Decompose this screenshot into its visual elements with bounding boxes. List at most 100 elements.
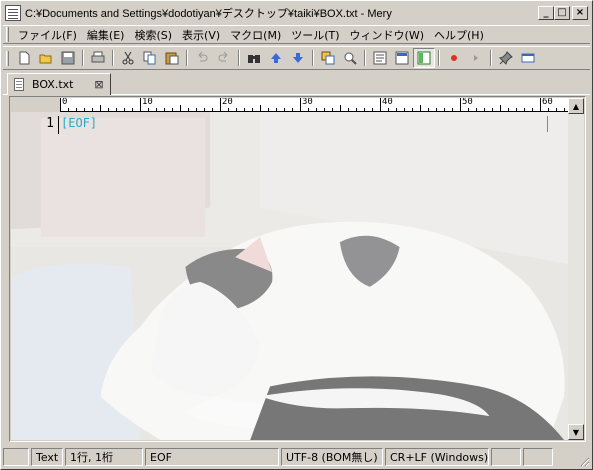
- menu-window[interactable]: ウィンドウ(W): [345, 27, 429, 43]
- toolbar-separator: [112, 50, 114, 66]
- window-title: C:¥Documents and Settings¥dodotiyan¥デスクト…: [25, 8, 392, 20]
- ruler-toggle-button[interactable]: [391, 48, 413, 68]
- new-file-button[interactable]: [13, 48, 35, 68]
- print-button[interactable]: [87, 48, 109, 68]
- cut-button[interactable]: [117, 48, 139, 68]
- undo-icon: [198, 51, 208, 62]
- menu-view[interactable]: 表示(V): [177, 27, 225, 43]
- toolbar-separator: [364, 50, 366, 66]
- ruler-tick: [220, 98, 221, 111]
- ruler-tick: [420, 105, 421, 111]
- find-down-icon: [293, 53, 303, 63]
- ruler-label: 40: [382, 98, 393, 107]
- ruler-tick: [396, 108, 397, 111]
- ruler-tick: [332, 108, 333, 111]
- toolbar-grip[interactable]: [6, 50, 9, 66]
- undo-button[interactable]: [191, 48, 213, 68]
- save-button[interactable]: [57, 48, 79, 68]
- menubar-grip[interactable]: [6, 27, 9, 42]
- ruler-tick: [500, 105, 501, 111]
- app-icon[interactable]: [5, 5, 21, 21]
- word-wrap-button[interactable]: [369, 48, 391, 68]
- menu-macro[interactable]: マクロ(M): [225, 27, 286, 43]
- eof-marker: [EOF]: [61, 116, 98, 130]
- ruler-tick: [372, 108, 373, 111]
- tab-close-icon[interactable]: ⊠: [92, 78, 106, 91]
- status-encoding[interactable]: UTF-8 (BOM無し): [281, 448, 383, 466]
- window-button[interactable]: [517, 48, 539, 68]
- ruler-tick: [468, 108, 469, 111]
- find-previous-button[interactable]: [265, 48, 287, 68]
- tab-label: BOX.txt: [32, 78, 74, 91]
- menu-edit[interactable]: 編集(E): [82, 27, 130, 43]
- close-button[interactable]: ×: [572, 6, 588, 20]
- ruler-tick: [292, 108, 293, 111]
- ruler-tick: [532, 108, 533, 111]
- open-file-button[interactable]: [35, 48, 57, 68]
- ruler: 0 10 20 30 40 50 60: [60, 98, 570, 112]
- ruler-tick: [60, 98, 61, 111]
- copy-button[interactable]: [139, 48, 161, 68]
- status-bar: Text 1行, 1桁 EOF UTF-8 (BOM無し) CR+LF (Win…: [3, 447, 590, 467]
- ruler-tick: [316, 108, 317, 111]
- status-empty: [3, 448, 29, 466]
- line-number-gutter[interactable]: 1: [11, 112, 58, 440]
- ruler-tick: [548, 108, 549, 111]
- toolbar-separator: [186, 50, 188, 66]
- toolbar-separator: [438, 50, 440, 66]
- menu-file[interactable]: ファイル(F): [13, 27, 82, 43]
- ruler-tick: [108, 108, 109, 111]
- scroll-down-button[interactable]: ▼: [568, 424, 584, 440]
- ruler-tick: [116, 108, 117, 111]
- title-bar[interactable]: C:¥Documents and Settings¥dodotiyan¥デスクト…: [3, 3, 590, 23]
- ruler-tick: [244, 108, 245, 111]
- ruler-label: 20: [222, 98, 233, 107]
- ruler-tick: [492, 108, 493, 111]
- record-macro-button[interactable]: [443, 48, 465, 68]
- ruler-tick: [340, 105, 341, 111]
- ruler-tick: [84, 108, 85, 111]
- toolbar-separator: [490, 50, 492, 66]
- toolbar-separator: [82, 50, 84, 66]
- ruler-tick: [308, 108, 309, 111]
- ruler-label: 30: [302, 98, 313, 107]
- ruler-tick: [484, 108, 485, 111]
- ruler-tick: [252, 108, 253, 111]
- copy-icon: [143, 51, 156, 65]
- ruler-tick: [140, 98, 141, 111]
- outline-toggle-button[interactable]: [413, 48, 435, 68]
- replace-button[interactable]: [317, 48, 339, 68]
- status-line-ending[interactable]: CR+LF (Windows): [385, 448, 489, 466]
- maximize-button[interactable]: □: [554, 6, 570, 20]
- ruler-label: 0: [62, 98, 68, 107]
- ruler-tick: [228, 108, 229, 111]
- ruler-tick: [180, 105, 181, 111]
- save-icon: [61, 51, 75, 65]
- status-eof: EOF: [145, 448, 279, 466]
- find-next-button[interactable]: [287, 48, 309, 68]
- ruler-tick: [428, 108, 429, 111]
- vertical-scrollbar[interactable]: ▲ ▼: [568, 98, 584, 440]
- minimize-button[interactable]: _: [538, 6, 554, 20]
- redo-button[interactable]: [213, 48, 235, 68]
- status-mode[interactable]: Text: [31, 448, 63, 466]
- print-preview-button[interactable]: [339, 48, 361, 68]
- play-macro-icon: [474, 55, 478, 61]
- redo-icon: [218, 51, 228, 62]
- find-button[interactable]: [243, 48, 265, 68]
- resize-grip-icon[interactable]: [578, 455, 590, 467]
- menu-tools[interactable]: ツール(T): [286, 27, 344, 43]
- menu-search[interactable]: 検索(S): [129, 27, 177, 43]
- pin-button[interactable]: [495, 48, 517, 68]
- editor-surface[interactable]: 0 10 20 30 40 50 60 1 [EOF] ▲ ▼: [11, 98, 584, 440]
- menu-help[interactable]: ヘルプ(H): [429, 27, 489, 43]
- tab-box-txt[interactable]: BOX.txt ⊠: [7, 73, 111, 95]
- ruler-tick: [100, 105, 101, 111]
- text-area[interactable]: [EOF]: [60, 112, 567, 440]
- play-macro-button[interactable]: [465, 48, 487, 68]
- scroll-up-button[interactable]: ▲: [568, 98, 584, 114]
- ruler-tick: [156, 108, 157, 111]
- paste-button[interactable]: [161, 48, 183, 68]
- line-number: 1: [46, 116, 54, 131]
- pin-icon: [499, 51, 513, 65]
